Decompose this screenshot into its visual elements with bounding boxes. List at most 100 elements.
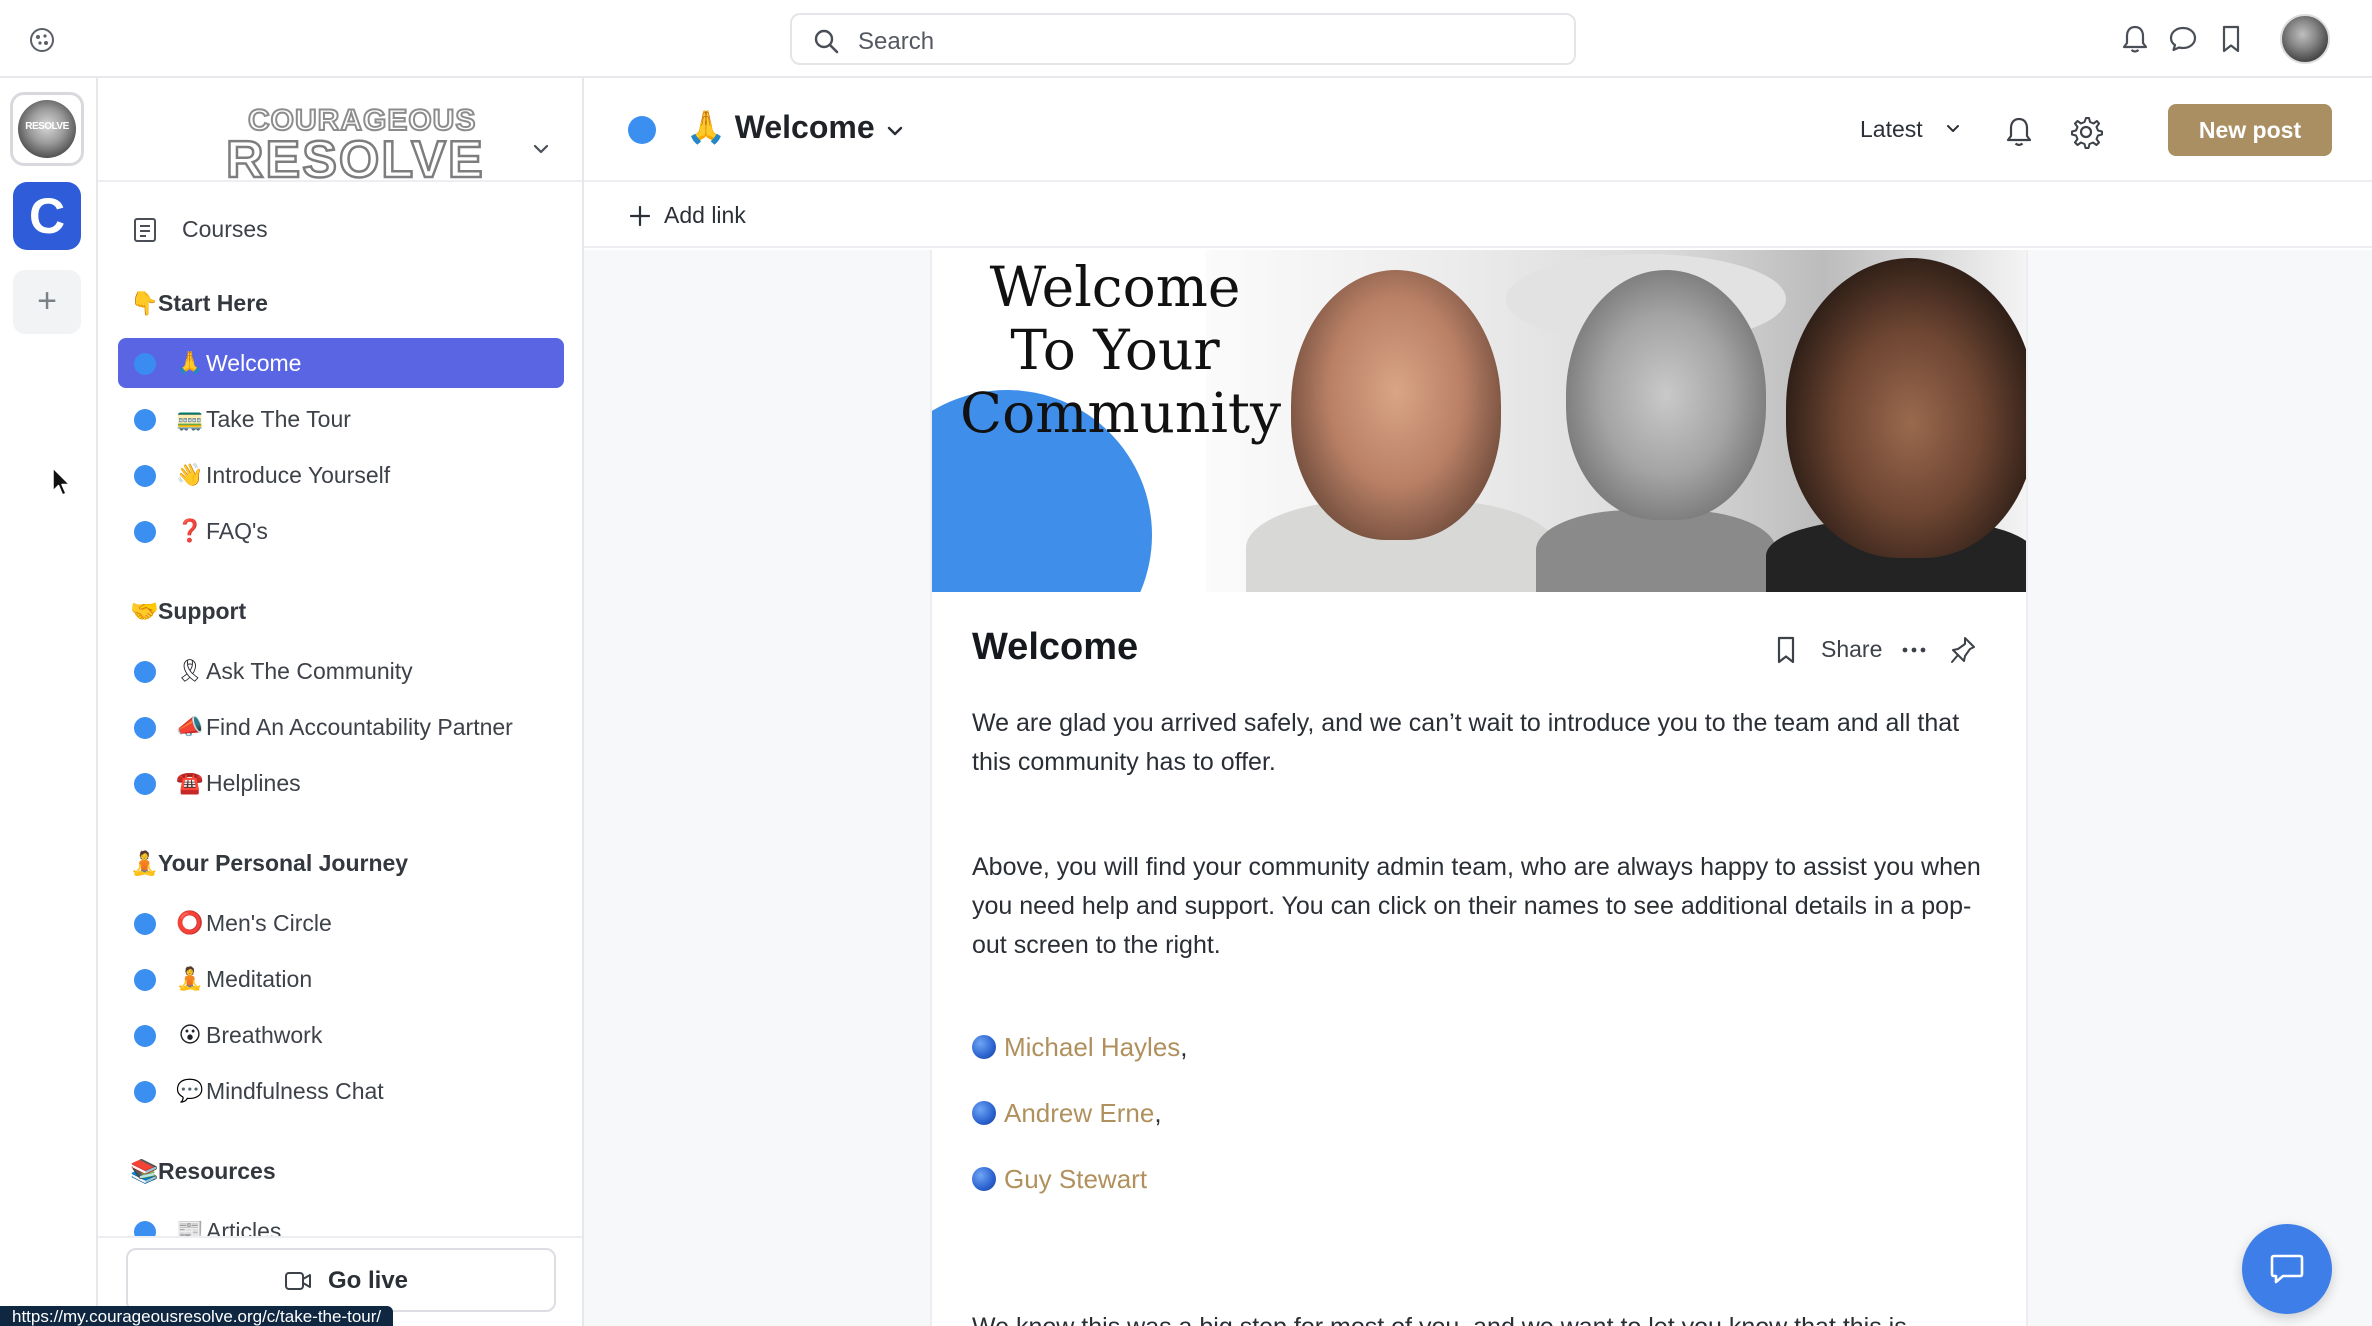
courses-icon [134,218,156,242]
community-logo-courageous-resolve[interactable]: RESOLVE [10,92,84,166]
video-camera-icon [285,1272,311,1290]
add-link-button[interactable]: Add link [664,202,746,229]
search-placeholder: Search [858,28,935,55]
circle-icon: ⭕ [176,910,204,935]
sidebar-item-helplines[interactable]: ☎️ Helplines [118,758,564,808]
chevron-down-icon[interactable] [1944,120,1962,138]
go-live-button[interactable]: Go live [126,1248,556,1312]
mouse-cursor-icon [52,467,71,496]
post-paragraph: We know this was a big step for most of … [972,1308,1992,1326]
wave-icon: 👋 [176,462,204,487]
brand-main-text: RESOLVE [225,131,485,189]
admin-link-item: Andrew Erne, [972,1098,1162,1129]
section-support[interactable]: 🤝Support [130,598,246,625]
admin-link[interactable]: Guy Stewart [1004,1164,1147,1194]
megaphone-icon: 📣 [176,714,204,739]
chevron-down-icon[interactable] [884,120,906,142]
meditation-icon: 🧘 [176,966,204,991]
unread-dot [134,773,156,795]
post-title: Welcome [972,626,1139,668]
new-post-button[interactable]: New post [2168,104,2332,156]
space-sidebar: COURAGEOUS RESOLVE Courses 👇Start Here 🙏… [98,78,584,1326]
share-button[interactable]: Share [1821,636,1882,663]
section-your-personal-journey[interactable]: 🧘Your Personal Journey [130,850,408,877]
sidebar-item-introduce-yourself[interactable]: 👋 Introduce Yourself [118,450,564,500]
admin-link[interactable]: Andrew Erne [1004,1098,1154,1128]
bookmark-icon[interactable] [2214,22,2248,56]
speech-bubble-icon: 💬 [176,1078,204,1103]
unread-dot [134,465,156,487]
blue-circle-icon [972,1101,996,1125]
pray-icon: 🙏 [176,350,204,375]
unread-dot [134,969,156,991]
unread-dot [134,521,156,543]
add-community-button[interactable]: + [13,270,81,334]
chevron-down-icon[interactable] [530,138,552,160]
sort-dropdown[interactable]: Latest [1860,116,1923,143]
more-options-icon[interactable] [1898,634,1930,666]
admin-photo-1 [1291,270,1501,540]
search-icon [814,29,839,54]
unread-dot [134,409,156,431]
avatar[interactable] [2280,14,2330,64]
handshake-icon: 🤝 [130,598,159,624]
sidebar-item-label: Courses [182,216,268,242]
unread-dot [134,1081,156,1103]
exhale-face-icon: 😮 [178,1022,202,1047]
space-header: 🙏 Welcome Latest New post [584,78,2372,182]
sidebar-item-welcome[interactable]: 🙏 Welcome [118,338,564,388]
unread-dot [134,1025,156,1047]
bookmark-icon[interactable] [1772,634,1800,666]
blue-circle-icon [972,1167,996,1191]
sidebar-item-breathwork[interactable]: 😮 Breathwork [118,1010,564,1060]
blue-circle-icon [972,1035,996,1059]
post-card: Welcome To Your Community Welcome Share … [930,250,2028,1326]
gear-icon[interactable] [2068,114,2104,150]
section-start-here[interactable]: 👇Start Here [130,290,268,317]
post-paragraph: Above, you will find your community admi… [972,853,1981,959]
brand-header[interactable]: COURAGEOUS RESOLVE [98,78,582,187]
pray-icon: 🙏 [686,109,726,145]
ribbon-icon: 🎗 [176,658,204,683]
pointing-down-icon: 👇 [130,290,159,316]
admin-photo-3 [1786,258,2026,558]
bell-icon[interactable] [2118,22,2152,56]
admin-team-photo [1206,250,2026,592]
chat-icon [2270,1254,2304,1284]
community-switch-c[interactable]: C [13,182,81,250]
admin-link-item: Michael Hayles, [972,1032,1188,1063]
status-url-tooltip: https://my.courageousresolve.org/c/take-… [0,1306,394,1326]
search-input[interactable]: Search [790,13,1576,65]
chat-icon[interactable] [2166,22,2200,56]
sidebar-item-meditation[interactable]: 🧘 Meditation [118,954,564,1004]
books-icon: 📚 [130,1158,159,1184]
question-icon: ❓ [176,518,204,543]
sidebar-item-mens-circle[interactable]: ⭕ Men's Circle [118,898,564,948]
globe-icon[interactable] [28,26,56,54]
sidebar-item-mindfulness-chat[interactable]: 💬 Mindfulness Chat [118,1066,564,1116]
top-bar: Search [0,0,2372,78]
chat-launcher-button[interactable] [2242,1224,2332,1314]
unread-dot [134,353,156,375]
bell-icon[interactable] [2002,114,2036,150]
sidebar-item-ask-the-community[interactable]: 🎗 Ask The Community [118,646,564,696]
space-status-dot [628,116,656,144]
banner-text: Welcome To Your Community [960,255,1282,445]
space-title[interactable]: 🙏 Welcome [686,108,875,146]
community-rail: RESOLVE C + [0,78,98,1326]
sidebar-item-faqs[interactable]: ❓ FAQ's [118,506,564,556]
meditation-icon: 🧘 [130,850,159,876]
admin-photo-2 [1566,270,1766,520]
section-resources[interactable]: 📚Resources [130,1158,276,1185]
sidebar-item-take-the-tour[interactable]: 🚃 Take The Tour [118,394,564,444]
unread-dot [134,913,156,935]
unread-dot [134,717,156,739]
plus-icon [629,205,651,227]
link-bar: Add link [584,182,2372,248]
unread-dot [134,661,156,683]
pin-icon[interactable] [1948,634,1978,666]
sidebar-item-find-accountability-partner[interactable]: 📣 Find An Accountability Partner [118,702,564,752]
admin-link-item: Guy Stewart [972,1164,1147,1195]
telephone-icon: ☎️ [176,770,204,795]
admin-link[interactable]: Michael Hayles [1004,1032,1180,1062]
